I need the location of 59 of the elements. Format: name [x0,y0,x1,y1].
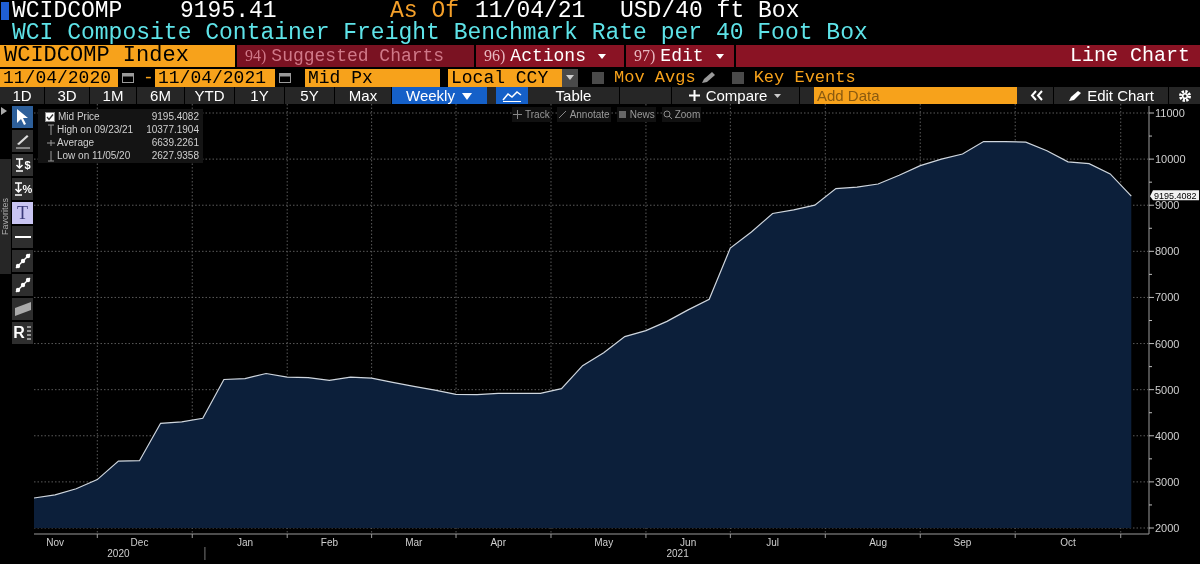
unit-text: USD/40 ft Box [620,0,800,23]
axis-label: Mar [405,537,423,548]
security-description: WCI Composite Container Freight Benchmark Rate per 40 Foot Box [12,22,868,45]
axis-label: 2000 [1155,522,1180,534]
start-date-field[interactable]: 11/04/2020 [0,68,118,87]
frequency-dropdown[interactable]: Weekly [392,87,487,104]
legend-value: 10377.1904 [146,123,199,136]
toggle-label: Key Events [753,69,856,86]
chart-mode-button[interactable]: Zoom [661,107,702,122]
last-price-label: 9195.4082 [1150,190,1199,201]
axis-label: 5000 [1155,383,1180,396]
axis-label: Sep [953,537,972,548]
axis-label: May [594,537,614,548]
legend-label: Average [57,136,96,149]
security-field[interactable]: WCIDCOMP Index [0,45,235,67]
axis-label: Feb [320,537,339,548]
menu-button[interactable]: 97) Edit [626,45,734,67]
axis-label: Nov [46,537,64,548]
sidebar-tab[interactable]: Favorites [0,159,11,274]
legend-label: High on 09/23/21 [57,123,135,136]
drawing-tool[interactable]: % [12,178,33,200]
axis-label: Jan [236,537,254,548]
ticker-text: WCIDCOMP [12,0,123,23]
legend-label: Mid Price [58,110,101,123]
drawing-tool[interactable]: $ [12,154,33,176]
axis-label: 3000 [1155,475,1180,488]
toggle-label: Mov Avgs [614,69,696,86]
axis-label: 6000 [1155,337,1180,350]
price-text: 9195.41 [180,0,277,23]
axis-label: Apr [490,537,506,548]
legend-value: 6639.2261 [151,136,199,149]
currency-field[interactable]: Local CCY [448,68,562,87]
axis-label: Dec [130,537,149,548]
axis-label: 9000 [1155,199,1180,212]
field-selector[interactable]: Mid Px [305,68,440,87]
axis-label: 2021 [666,548,689,559]
axis-label: 11000 [1155,107,1185,119]
legend-value: 2627.9358 [151,149,199,162]
legend-value: 9195.4082 [151,110,199,123]
chart-mode-button[interactable]: Annotate [556,107,611,122]
axis-label: 8000 [1155,245,1180,258]
chart-mode-button[interactable]: Track [512,107,551,122]
axis-label: 10000 [1155,153,1186,166]
chart-mode-button[interactable]: News [616,107,656,122]
add-data-field[interactable]: Add Data [814,87,1017,104]
axis-label: 4000 [1155,429,1180,442]
end-date-field[interactable]: 11/04/2021 [155,68,275,87]
chart-type-title: Line Chart [1069,46,1190,66]
drawing-tool[interactable]: T [12,202,33,224]
drawing-tool[interactable]: R [12,322,33,344]
legend-label: Low on 11/05/20 [57,149,132,162]
axis-label: 2020 [107,548,130,559]
axis-label: Jun [680,537,697,548]
date-separator: - [143,68,155,87]
menu-button[interactable]: 96) Actions [476,45,624,67]
axis-label: Jul [766,537,779,548]
axis-label: Oct [1060,537,1076,548]
axis-label: 7000 [1155,291,1180,304]
axis-label: Aug [869,537,887,548]
